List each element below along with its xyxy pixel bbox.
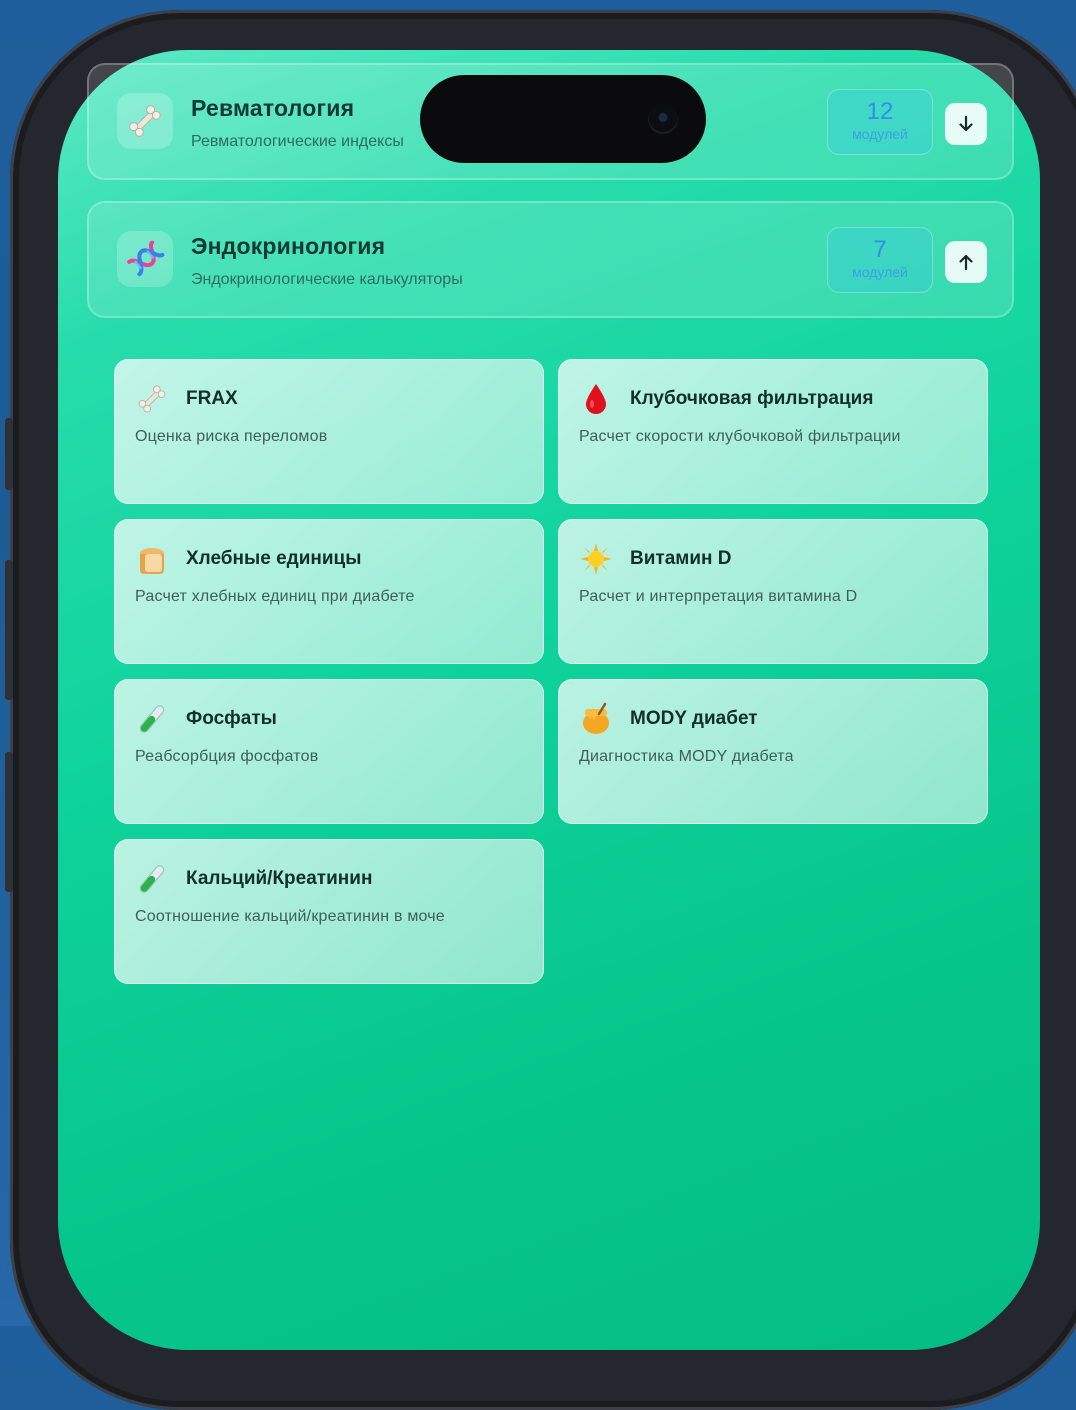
side-button bbox=[5, 418, 13, 490]
module-title: Витамин D bbox=[630, 548, 732, 569]
module-title: FRAX bbox=[186, 388, 238, 409]
module-description: Соотношение кальций/креатинин в моче bbox=[135, 908, 445, 925]
bone-icon bbox=[117, 93, 173, 149]
test-tube-icon bbox=[135, 702, 169, 736]
collapse-button[interactable] bbox=[945, 241, 987, 283]
blood-drop-icon bbox=[579, 382, 613, 416]
module-title: Клубочковая фильтрация bbox=[630, 388, 874, 409]
bread-icon bbox=[135, 542, 169, 576]
bone-icon bbox=[135, 382, 169, 416]
module-title: Фосфаты bbox=[186, 708, 277, 729]
dynamic-island bbox=[420, 75, 706, 163]
module-card-frax[interactable]: FRAX Оценка риска переломов bbox=[114, 359, 544, 504]
front-camera bbox=[648, 104, 678, 134]
sun-icon bbox=[579, 542, 613, 576]
side-button bbox=[5, 560, 13, 700]
section-title: Ревматология bbox=[191, 95, 355, 121]
section-endocrinology[interactable]: Эндокринология Эндокринологические кальк… bbox=[87, 201, 1014, 318]
section-title: Эндокринология bbox=[191, 233, 386, 259]
module-card-gfr[interactable]: Клубочковая фильтрация Расчет скорости к… bbox=[558, 359, 988, 504]
module-title: Хлебные единицы bbox=[186, 548, 362, 569]
module-title: Кальций/Креатинин bbox=[186, 868, 373, 889]
side-button bbox=[5, 752, 13, 892]
dna-icon bbox=[117, 231, 173, 287]
module-description: Расчет и интерпретация витамина D bbox=[579, 588, 858, 605]
module-description: Диагностика MODY диабета bbox=[579, 748, 794, 765]
module-count-badge: 12 модулей bbox=[827, 89, 933, 155]
module-title: MODY диабет bbox=[630, 708, 758, 729]
module-count: 12 bbox=[866, 98, 894, 125]
module-count-label: модулей bbox=[852, 264, 908, 280]
module-description: Оценка риска переломов bbox=[135, 428, 328, 445]
module-card-bread-units[interactable]: Хлебные единицы Расчет хлебных единиц пр… bbox=[114, 519, 544, 664]
module-description: Расчет хлебных единиц при диабете bbox=[135, 588, 415, 605]
expand-button[interactable] bbox=[945, 103, 987, 145]
section-subtitle: Ревматологические индексы bbox=[191, 133, 404, 150]
module-card-calcium-creatinine[interactable]: Кальций/Креатинин Соотношение кальций/кр… bbox=[114, 839, 544, 984]
test-tube-icon bbox=[135, 862, 169, 896]
module-description: Расчет скорости клубочковой фильтрации bbox=[579, 428, 901, 445]
module-count: 7 bbox=[873, 236, 887, 263]
module-description: Реабсорбция фосфатов bbox=[135, 748, 319, 765]
honey-pot-icon bbox=[579, 702, 613, 736]
module-card-phosphates[interactable]: Фосфаты Реабсорбция фосфатов bbox=[114, 679, 544, 824]
module-card-vitamin-d[interactable]: Витамин D Расчет и интерпретация витамин… bbox=[558, 519, 988, 664]
module-count-label: модулей bbox=[852, 126, 908, 142]
arrow-up-icon bbox=[959, 254, 973, 271]
module-count-badge: 7 модулей bbox=[827, 227, 933, 293]
arrow-down-icon bbox=[959, 115, 973, 132]
section-subtitle: Эндокринологические калькуляторы bbox=[191, 271, 463, 288]
module-card-mody[interactable]: MODY диабет Диагностика MODY диабета bbox=[558, 679, 988, 824]
